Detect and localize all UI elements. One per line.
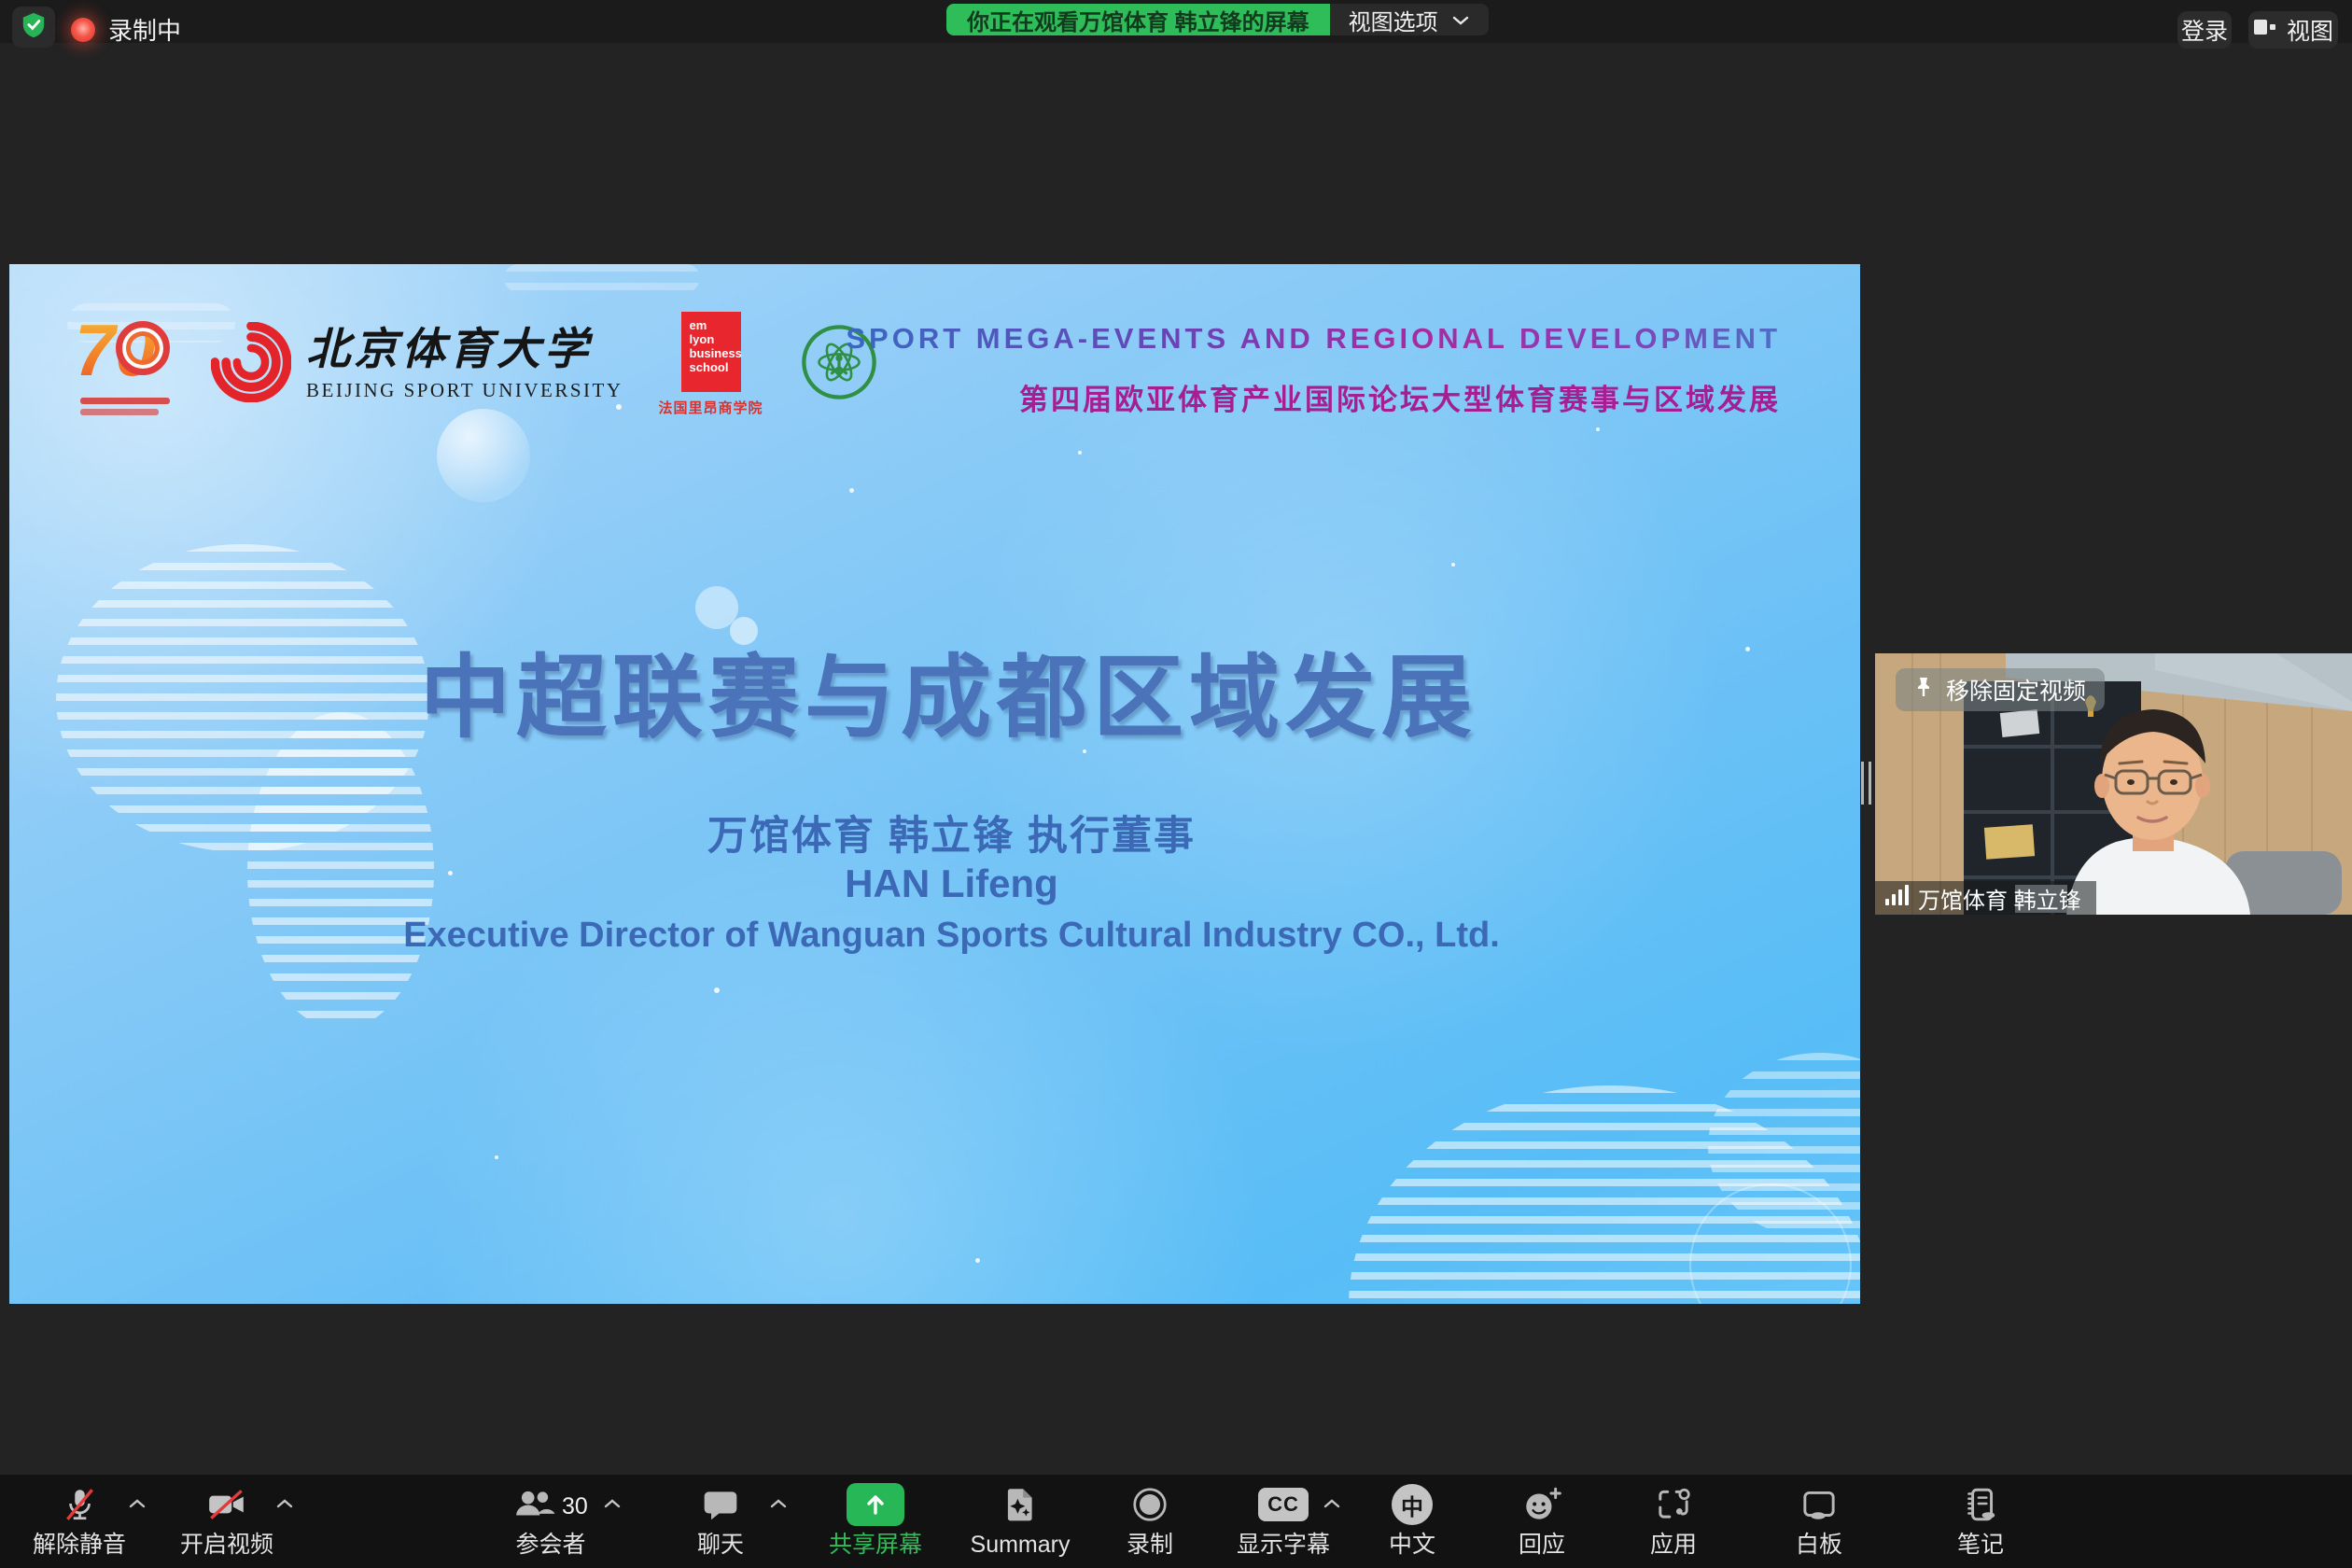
notes-icon xyxy=(1961,1482,2000,1527)
zoom-meeting-window: 录制中 你正在观看万馆体育 韩立锋的屏幕 视图选项 登录 视图 xyxy=(0,0,2352,1568)
unmute-button[interactable]: 解除静音 xyxy=(5,1482,154,1557)
mic-options-chevron-icon[interactable] xyxy=(128,1497,147,1514)
mic-muted-icon xyxy=(60,1482,99,1527)
view-layout-icon xyxy=(2253,17,2277,44)
remove-pin-button[interactable]: 移除固定视频 xyxy=(1896,668,2105,711)
participant-name-label: 万馆体育 韩立锋 xyxy=(1918,882,2081,915)
chat-bubble-icon xyxy=(701,1482,740,1527)
slide-forum-header: SPORT MEGA-EVENTS AND REGIONAL DEVELOPME… xyxy=(846,322,1781,418)
emlyon-line: em xyxy=(690,319,741,333)
emlyon-line: school xyxy=(690,361,741,375)
summary-label: Summary xyxy=(971,1533,1071,1557)
recording-status-label: 录制中 xyxy=(108,19,181,43)
reactions-smiley-icon xyxy=(1520,1482,1563,1527)
login-label: 登录 xyxy=(2181,13,2228,47)
speaker-title-english: Executive Director of Wanguan Sports Cul… xyxy=(9,916,1860,956)
remove-pin-label: 移除固定视频 xyxy=(1946,673,2086,707)
meeting-top-bar: 录制中 你正在观看万馆体育 韩立锋的屏幕 视图选项 登录 视图 xyxy=(0,0,2352,43)
forum-title-chinese: 第四届欧亚体育产业国际论坛大型体育赛事与区域发展 xyxy=(846,376,1781,418)
language-interpretation-button[interactable]: 中 中文 xyxy=(1337,1482,1487,1557)
beijing-sport-university-logo: 北京体育大学 BEIJING SPORT UNIVERSITY xyxy=(211,322,623,407)
whiteboard-label: 白板 xyxy=(1796,1533,1842,1557)
pin-icon xyxy=(1914,676,1933,705)
chevron-down-icon xyxy=(1451,7,1470,33)
whiteboard-button[interactable]: 白板 xyxy=(1744,1482,1894,1557)
video-options-chevron-icon[interactable] xyxy=(275,1497,294,1514)
apps-label: 应用 xyxy=(1650,1533,1697,1557)
participant-name-badge: 万馆体育 韩立锋 xyxy=(1875,881,2096,915)
login-button[interactable]: 登录 xyxy=(2177,11,2232,49)
reactions-label: 回应 xyxy=(1519,1533,1565,1557)
striped-blob-decoration xyxy=(504,264,700,292)
captions-button[interactable]: CC 显示字幕 xyxy=(1209,1482,1358,1557)
emlyon-logo: em lyon business school 法国里昂商学院 xyxy=(659,312,763,417)
pinned-participant-video[interactable]: 移除固定视频 万馆体育 韩立锋 xyxy=(1875,653,2352,915)
record-circle-icon xyxy=(1130,1482,1169,1527)
record-label: 录制 xyxy=(1127,1533,1173,1557)
security-shield-button[interactable] xyxy=(12,7,55,48)
speaker-line-chinese: 万馆体育 韩立锋 执行董事 xyxy=(9,804,1860,861)
unmute-label: 解除静音 xyxy=(33,1533,126,1557)
cc-icon: CC xyxy=(1258,1482,1309,1527)
summary-button[interactable]: Summary xyxy=(945,1482,1095,1557)
shared-screen-slide: 70 北京体育大学 BEIJING SPORT UNIVERSITY xyxy=(9,264,1860,1304)
share-screen-icon xyxy=(847,1482,904,1527)
notes-button[interactable]: 笔记 xyxy=(1906,1482,2055,1557)
emlyon-line: business xyxy=(690,347,741,361)
share-screen-label: 共享屏幕 xyxy=(829,1533,922,1557)
shield-check-icon xyxy=(21,11,47,44)
participants-label: 参会者 xyxy=(515,1533,585,1557)
chat-label: 聊天 xyxy=(697,1533,744,1557)
recording-indicator-icon xyxy=(71,18,95,42)
bsu-english-name: BEIJING SPORT UNIVERSITY xyxy=(306,379,623,402)
anniversary-ring xyxy=(116,321,170,375)
view-options-dropdown[interactable]: 视图选项 xyxy=(1330,4,1489,35)
viewing-banner-text: 你正在观看万馆体育 韩立锋的屏幕 xyxy=(946,4,1330,35)
forum-title-english: SPORT MEGA-EVENTS AND REGIONAL DEVELOPME… xyxy=(846,322,1781,356)
chat-button[interactable]: 聊天 xyxy=(646,1482,795,1557)
reactions-button[interactable]: 回应 xyxy=(1467,1482,1617,1557)
bubble-decoration xyxy=(437,409,530,502)
meeting-toolbar: 解除静音 开启视频 30 参会者 xyxy=(0,1475,2352,1568)
camera-off-icon xyxy=(205,1482,248,1527)
share-screen-button[interactable]: 共享屏幕 xyxy=(801,1482,950,1557)
speaker-name-english: HAN Lifeng xyxy=(9,861,1860,906)
emlyon-chinese-caption: 法国里昂商学院 xyxy=(659,398,763,417)
presentation-title: 中超联赛与成都区域发展 xyxy=(9,623,1860,755)
chat-chevron-icon[interactable] xyxy=(769,1497,788,1514)
start-video-label: 开启视频 xyxy=(180,1533,273,1557)
record-button[interactable]: 录制 xyxy=(1075,1482,1225,1557)
signal-strength-icon xyxy=(1884,884,1909,913)
apps-button[interactable]: 应用 xyxy=(1599,1482,1748,1557)
video-panel-drag-handle[interactable] xyxy=(1861,762,1871,805)
screen-viewing-banner: 你正在观看万馆体育 韩立锋的屏幕 视图选项 xyxy=(946,4,1489,35)
whiteboard-icon xyxy=(1798,1482,1841,1527)
bsu-swirl-icon xyxy=(211,322,291,407)
apps-icon xyxy=(1654,1482,1693,1527)
notes-label: 笔记 xyxy=(1957,1533,2004,1557)
participants-icon xyxy=(512,1482,555,1527)
participants-count: 30 xyxy=(562,1493,588,1520)
participants-chevron-icon[interactable] xyxy=(603,1497,622,1514)
bsu-70th-anniversary-logo: 70 xyxy=(75,310,175,420)
view-layout-button[interactable]: 视图 xyxy=(2248,11,2338,49)
start-video-button[interactable]: 开启视频 xyxy=(152,1482,301,1557)
view-options-label: 视图选项 xyxy=(1349,4,1438,35)
emlyon-line: lyon xyxy=(690,333,741,347)
slide-logo-row: 70 北京体育大学 BEIJING SPORT UNIVERSITY xyxy=(75,306,879,423)
language-label: 中文 xyxy=(1389,1533,1435,1557)
view-label: 视图 xyxy=(2287,13,2333,47)
participants-button[interactable]: 30 参会者 xyxy=(467,1482,635,1557)
chinese-language-icon: 中 xyxy=(1392,1482,1433,1527)
summary-doc-icon xyxy=(1001,1482,1040,1527)
captions-label: 显示字幕 xyxy=(1237,1533,1330,1557)
bsu-chinese-name: 北京体育大学 xyxy=(306,327,623,375)
